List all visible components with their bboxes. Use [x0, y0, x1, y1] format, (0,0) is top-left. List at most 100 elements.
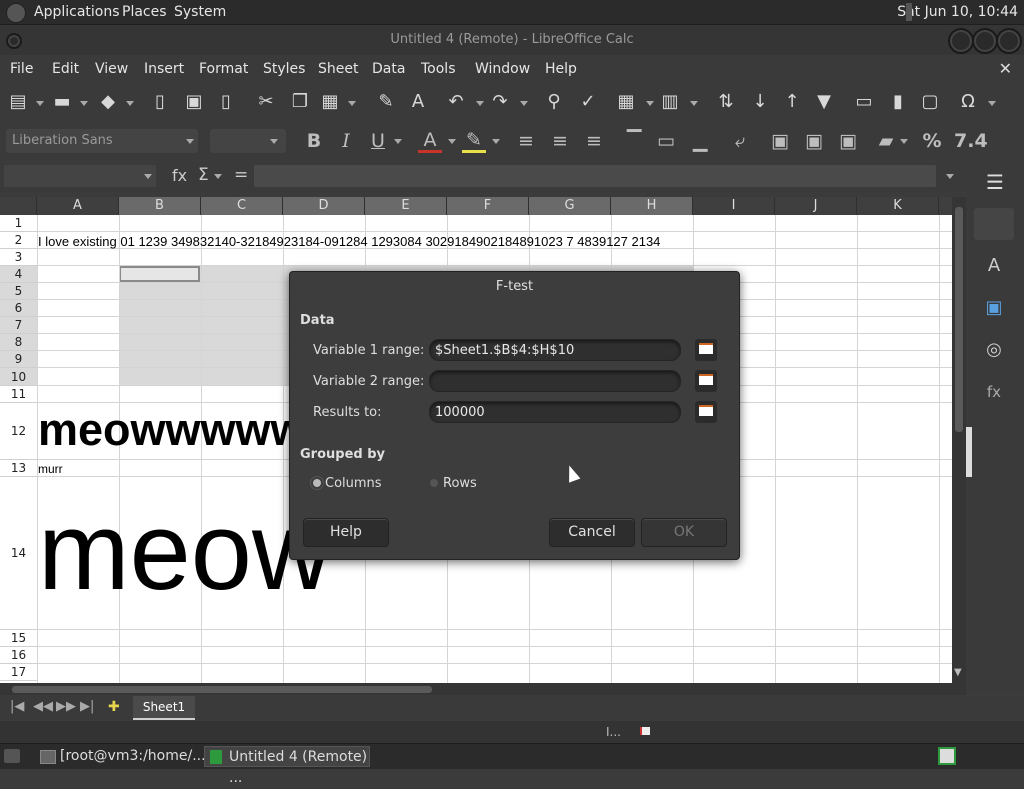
row-header-3[interactable]: 3 [0, 249, 37, 266]
vertical-scrollbar[interactable]: ▼ [952, 197, 966, 683]
bold-button[interactable]: B [302, 130, 326, 152]
previous-sheet-icon[interactable]: ◀◀ [33, 699, 53, 714]
clone-formatting-icon[interactable]: ✎ [376, 92, 396, 112]
menu-view[interactable]: View [95, 61, 128, 77]
merge-cells-icon[interactable]: ▣ [768, 130, 792, 152]
col-header-c[interactable]: C [201, 197, 283, 215]
variable1-shrink-button[interactable] [695, 339, 717, 361]
save-dropdown-icon[interactable] [126, 101, 134, 106]
menu-styles[interactable]: Styles [263, 61, 305, 77]
col-header-d[interactable]: D [283, 197, 365, 215]
cell-a2[interactable]: I love existing 01 1239 349832140-321849… [38, 234, 660, 249]
menu-tools[interactable]: Tools [421, 61, 456, 77]
help-button[interactable]: Help [303, 518, 389, 547]
menu-help[interactable]: Help [545, 61, 577, 77]
properties-icon[interactable] [974, 208, 1014, 240]
new-dropdown-icon[interactable] [36, 101, 44, 106]
print-icon[interactable]: ▣ [184, 92, 204, 112]
row-header-4[interactable]: 4 [0, 266, 37, 283]
close-window-button[interactable] [996, 28, 1022, 54]
print-preview-icon[interactable]: ▯ [216, 92, 236, 112]
sort-descending-icon[interactable]: ↑ [782, 92, 802, 112]
show-desktop-icon[interactable] [4, 749, 20, 763]
align-top-icon[interactable]: ▔ [622, 130, 646, 152]
sum-dropdown-icon[interactable] [214, 174, 222, 179]
row-icon[interactable]: ▦ [616, 92, 636, 112]
row-header-8[interactable]: 8 [0, 334, 37, 351]
row-header-15[interactable]: 15 [0, 630, 37, 647]
horizontal-scroll-thumb[interactable] [12, 686, 432, 693]
currency-format-icon[interactable]: ▰ [874, 130, 898, 152]
menu-window[interactable]: Window [475, 61, 530, 77]
menu-insert[interactable]: Insert [144, 61, 184, 77]
row-header-5[interactable]: 5 [0, 283, 37, 300]
cell-a14[interactable]: meow [38, 487, 331, 617]
number-format-button[interactable]: 7.4 [954, 130, 988, 152]
gallery-icon[interactable]: ▣ [974, 292, 1014, 324]
find-replace-icon[interactable]: ⚲ [544, 92, 564, 112]
cell-a13[interactable]: murr [38, 462, 63, 476]
special-character-icon[interactable]: Ω [958, 92, 978, 112]
spelling-icon[interactable]: ✓ [578, 92, 598, 112]
col-header-j[interactable]: J [775, 197, 857, 215]
italic-button[interactable]: I [334, 130, 358, 152]
row-header-17[interactable]: 17 [0, 664, 37, 681]
col-header-b[interactable]: B [119, 197, 201, 215]
first-sheet-icon[interactable]: |◀ [10, 699, 24, 714]
results-shrink-button[interactable] [695, 401, 717, 423]
menu-sheet[interactable]: Sheet [318, 61, 358, 77]
active-cell[interactable] [119, 266, 200, 282]
new-document-icon[interactable]: ▤ [8, 92, 28, 112]
col-header-e[interactable]: E [365, 197, 447, 215]
insert-image-icon[interactable]: ▭ [854, 92, 874, 112]
results-to-input[interactable]: 100000 [429, 401, 681, 423]
styles-icon[interactable]: A [974, 250, 1014, 282]
highlight-color-icon[interactable]: ✎ [462, 130, 486, 153]
menu-file[interactable]: File [10, 61, 33, 77]
column-icon[interactable]: ▥ [660, 92, 680, 112]
variable2-shrink-button[interactable] [695, 370, 717, 392]
sidebar-collapse-handle[interactable] [966, 427, 972, 477]
menu-data[interactable]: Data [372, 61, 405, 77]
horizontal-scrollbar[interactable] [0, 683, 966, 695]
paste-dropdown-icon[interactable] [348, 101, 356, 106]
merge-center-icon[interactable]: ▣ [836, 130, 860, 152]
document-modified-icon[interactable] [640, 727, 650, 735]
function-wizard-icon[interactable]: fx [172, 166, 187, 185]
align-right-icon[interactable]: ≡ [582, 130, 606, 152]
col-header-g[interactable]: G [529, 197, 611, 215]
sum-icon[interactable]: Σ [198, 165, 209, 185]
system-menu[interactable]: System [174, 4, 226, 20]
center-vertically-icon[interactable]: ▭ [654, 130, 678, 152]
window-titlebar[interactable]: Untitled 4 (Remote) - LibreOffice Calc [0, 25, 1024, 55]
applications-menu[interactable]: Applications [34, 4, 120, 20]
next-sheet-icon[interactable]: ▶▶ [56, 699, 76, 714]
col-header-k[interactable]: K [857, 197, 939, 215]
paste-icon[interactable]: ▦ [320, 92, 340, 112]
expand-formula-icon[interactable] [946, 174, 954, 179]
align-bottom-icon[interactable]: ▁ [688, 130, 712, 152]
row-header-12[interactable]: 12 [0, 403, 37, 460]
formula-input[interactable] [254, 165, 936, 187]
font-name-dropdown-icon[interactable] [186, 139, 194, 144]
font-name-box[interactable]: Liberation Sans [6, 129, 198, 153]
unmerge-cells-icon[interactable]: ▣ [802, 130, 826, 152]
open-folder-icon[interactable]: ▬ [52, 92, 72, 112]
row-header-7[interactable]: 7 [0, 317, 37, 334]
font-color-icon[interactable]: A [418, 130, 442, 153]
insert-chart-icon[interactable]: ▮ [888, 92, 908, 112]
last-sheet-icon[interactable]: ▶| [80, 699, 94, 714]
vertical-scroll-thumb[interactable] [955, 207, 963, 432]
task-terminal[interactable]: [root@vm3:/home/... [36, 746, 206, 767]
menu-format[interactable]: Format [199, 61, 248, 77]
col-header-f[interactable]: F [447, 197, 529, 215]
save-icon[interactable]: ◆ [98, 92, 118, 112]
cell-a12[interactable]: meowwwww [38, 405, 306, 455]
select-all-corner[interactable] [0, 197, 37, 215]
variable1-range-input[interactable]: $Sheet1.$B$4:$H$10 [429, 339, 681, 361]
copy-icon[interactable]: ❐ [290, 92, 310, 112]
row-header-11[interactable]: 11 [0, 386, 37, 403]
gnome-foot-icon[interactable] [6, 3, 26, 23]
row-header-6[interactable]: 6 [0, 300, 37, 317]
row-header-14[interactable]: 14 [0, 477, 37, 630]
